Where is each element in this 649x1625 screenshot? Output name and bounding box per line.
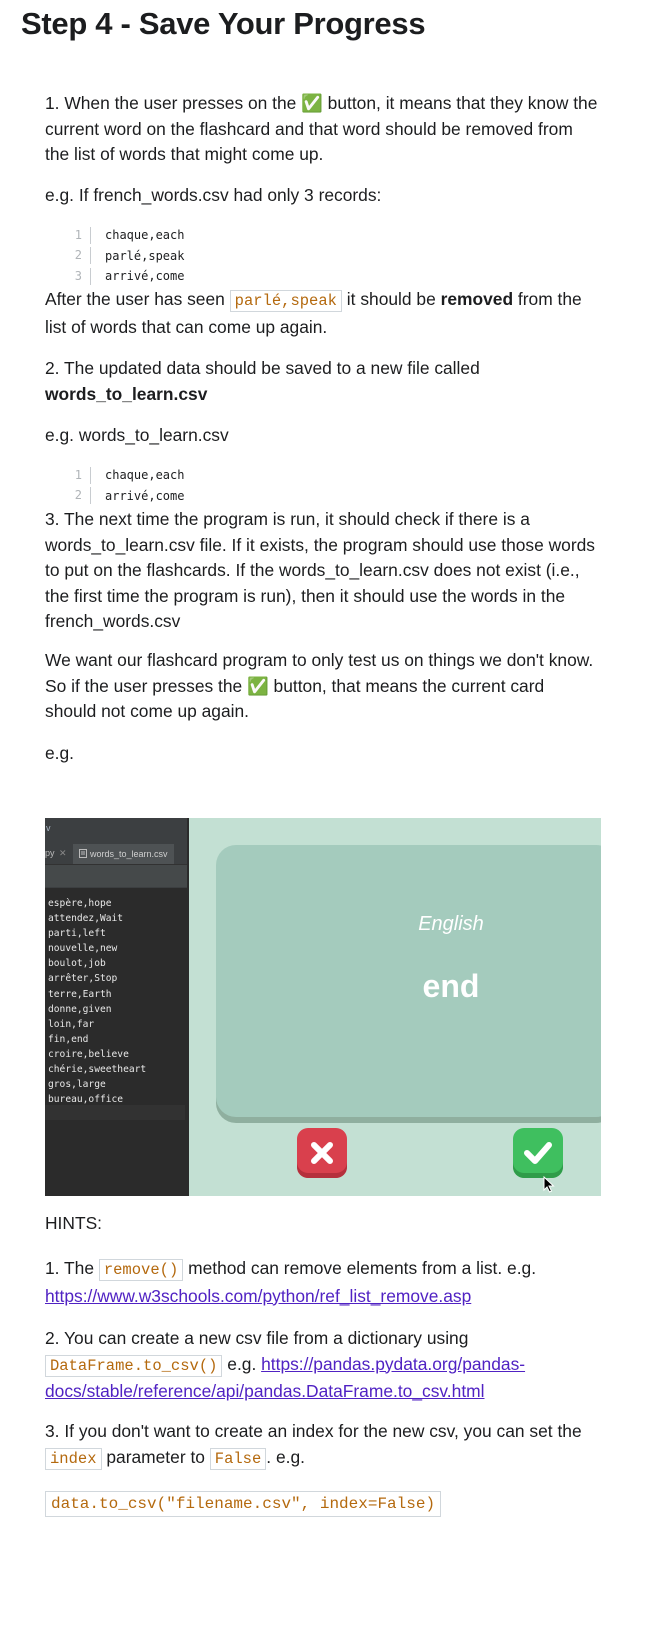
right-button[interactable] (513, 1128, 563, 1178)
paragraph-eg: e.g. (45, 743, 75, 763)
page-title: Step 4 - Save Your Progress (21, 6, 426, 41)
code-line-text: arrivé,come (105, 269, 185, 284)
ide-code-line: gros,large (48, 1079, 106, 1091)
card-word: end (422, 968, 480, 1004)
ide-tab-previous[interactable]: py (45, 848, 55, 858)
hint-index: 3. If you don't want to create an index … (45, 1421, 582, 1470)
ide-code-line: parti,left (48, 928, 106, 940)
bold-filename: words_to_learn.csv (45, 383, 208, 404)
code-line-text: parlé,speak (105, 248, 185, 263)
line-number: 2 (62, 487, 91, 505)
code-line: 3 arrivé,come (62, 266, 184, 287)
file-icon (79, 849, 87, 858)
paragraph-example-intro: e.g. If french_words.csv had only 3 reco… (45, 185, 382, 205)
code-line: 1 chaque,each (62, 225, 184, 246)
hint-to-csv: 2. You can create a new csv file from a … (45, 1328, 526, 1401)
ide-code-line: espère,hope (48, 898, 112, 909)
inline-code-false: False (209, 1447, 267, 1470)
code-line: 2 parlé,speak (62, 246, 184, 267)
code-block-french-words: 1 chaque,each 2 parlé,speak 3 arrivé,come (62, 225, 184, 287)
ide-tab-bar: py ✕ words_to_learn.csv (45, 844, 187, 865)
inline-code-to-csv: DataFrame.to_csv() (45, 1354, 223, 1377)
code-line: 1 chaque,each (62, 465, 184, 486)
close-icon[interactable]: ✕ (59, 848, 67, 859)
inline-code-remove: remove() (98, 1259, 184, 1281)
cross-icon (311, 1142, 333, 1164)
check-emoji-icon: ✅ (301, 93, 323, 113)
example-screenshot: v py ✕ words_to_learn.csv espère,hope at… (45, 818, 601, 1196)
check-emoji-icon: ✅ (247, 675, 269, 696)
ide-code-line: nouvelle,new (48, 943, 118, 955)
line-number: 2 (62, 247, 91, 265)
lecture-page: Step 4 - Save Your Progress 1. When the … (0, 0, 649, 1625)
ide-toolbar (45, 865, 187, 887)
ide-code-line: arrêter,Stop (48, 973, 118, 985)
link-w3schools[interactable]: https://www.w3schools.com/python/ref_lis… (45, 1286, 471, 1306)
code-block-words-to-learn: 1 chaque,each 2 arrivé,come (62, 465, 184, 506)
card-language: English (418, 913, 484, 935)
ide-code-lines: espère,hope attendez,Wait parti,left nou… (48, 896, 146, 1107)
wrong-button[interactable] (297, 1128, 347, 1178)
ide-code-line: loin,far (48, 1018, 95, 1030)
paragraph-step2: 2. The updated data should be saved to a… (45, 358, 480, 404)
mouse-cursor-icon (543, 1176, 555, 1193)
line-number: 3 (62, 267, 91, 285)
ide-tab-active[interactable]: words_to_learn.csv (73, 844, 174, 864)
ide-code-line: attendez,Wait (48, 913, 124, 925)
inline-code-parle-speak: parlé,speak (229, 290, 342, 312)
code-line: 2 arrivé,come (62, 486, 184, 507)
line-number: 1 (62, 226, 91, 244)
check-icon (524, 1142, 552, 1164)
code-snippet-to-csv: data.to_csv("filename.csv", index=False) (45, 1491, 442, 1517)
inline-code-index: index (45, 1447, 102, 1470)
line-number: 1 (62, 466, 91, 484)
ide-code-line: chérie,sweetheart (48, 1064, 147, 1076)
ide-titlebar: v (45, 818, 187, 844)
ide-code-line: bureau,office (48, 1094, 124, 1106)
code-line-text: chaque,each (105, 228, 185, 243)
ide-code-line: terre,Earth (48, 988, 112, 1000)
hints-title: HINTS: (45, 1213, 103, 1233)
ide-code-line: fin,end (48, 1033, 89, 1045)
code-line-text: chaque,each (105, 468, 185, 483)
paragraph-example-file: e.g. words_to_learn.csv (45, 425, 229, 445)
ide-panel: v py ✕ words_to_learn.csv espère,hope at… (45, 818, 189, 1196)
bold-removed: removed (440, 289, 514, 309)
paragraph-step3: 3. The next time the program is run, it … (45, 509, 595, 631)
ide-code-line: croire,believe (48, 1048, 129, 1060)
ide-code-line: donne,given (48, 1003, 112, 1015)
paragraph-removed: After the user has seen parlé,speak it s… (45, 289, 582, 337)
ide-code-line: boulot,job (48, 958, 106, 970)
paragraph-goal: We want our flashcard program to only te… (45, 650, 594, 721)
paragraph-step1: 1. When the user presses on the ✅ button… (45, 93, 598, 164)
hint-remove: 1. The remove() method can remove elemen… (45, 1258, 537, 1306)
code-line-text: arrivé,come (105, 488, 185, 503)
